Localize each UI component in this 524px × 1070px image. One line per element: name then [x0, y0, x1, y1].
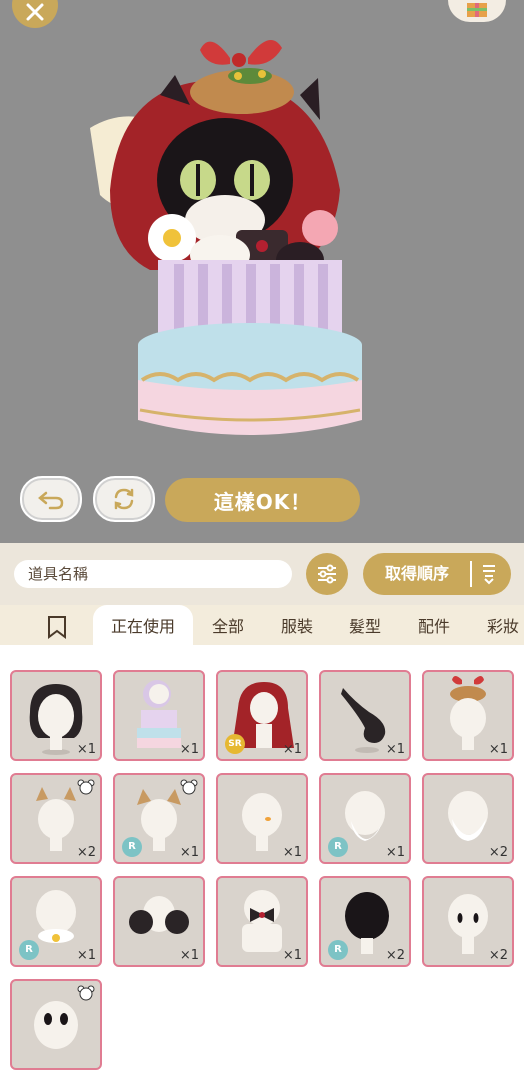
item-quantity: ×1 [282, 948, 302, 963]
undo-icon [38, 491, 64, 510]
item-collar-flower[interactable]: R ×1 [10, 876, 102, 967]
sliders-icon [318, 564, 336, 584]
rarity-badge-r: R [328, 837, 348, 857]
item-black-wavy-hair[interactable]: ×1 [10, 670, 102, 761]
tab-makeup[interactable]: 彩妝 [475, 605, 524, 645]
rarity-badge-r: R [122, 837, 142, 857]
avatar-character [90, 40, 362, 435]
sort-divider [470, 561, 472, 587]
item-quantity: ×2 [488, 845, 508, 860]
gift-button[interactable] [448, 0, 506, 22]
item-quantity: ×1 [76, 948, 96, 963]
item-quantity: ×1 [385, 845, 405, 860]
item-eyes[interactable]: ×2 [422, 876, 514, 967]
item-pinecone-bow-ornament[interactable]: ×1 [422, 670, 514, 761]
item-quantity: ×2 [488, 948, 508, 963]
bookmark-icon[interactable] [46, 615, 68, 639]
item-black-tail[interactable]: ×1 [319, 670, 411, 761]
item-quantity: ×1 [282, 742, 302, 757]
item-quantity: ×1 [385, 742, 405, 757]
item-name-search[interactable]: 道具名稱 [14, 560, 292, 588]
item-quantity: ×1 [179, 948, 199, 963]
item-grid: ×1 ×1 SR ×1 ×1 ×1 ×2 R ×1 ×1 R ×1 ×2 R ×… [0, 645, 524, 1070]
filter-bar: 道具名稱 取得順序 [0, 543, 524, 605]
filter-button[interactable] [306, 553, 348, 595]
sort-button[interactable]: 取得順序 [363, 553, 511, 595]
rarity-badge-r: R [19, 940, 39, 960]
item-quantity: ×2 [76, 845, 96, 860]
item-quantity: ×1 [179, 742, 199, 757]
item-ghost-face[interactable] [10, 979, 102, 1070]
sort-label: 取得順序 [385, 564, 450, 583]
item-red-hood-cape[interactable]: SR ×1 [216, 670, 308, 761]
item-beard-2[interactable]: ×2 [422, 773, 514, 864]
gift-icon [467, 3, 487, 17]
item-beard-1[interactable]: R ×1 [319, 773, 411, 864]
tab-clothing[interactable]: 服裝 [269, 605, 325, 645]
tab-in-use[interactable]: 正在使用 [93, 605, 193, 645]
undo-button[interactable] [20, 476, 82, 522]
rarity-badge-r: R [328, 940, 348, 960]
tab-accessories[interactable]: 配件 [406, 605, 462, 645]
close-button[interactable] [12, 0, 58, 28]
avatar-preview: 這樣OK！ [0, 0, 524, 543]
item-quantity: ×1 [76, 742, 96, 757]
rarity-badge-sr: SR [225, 734, 245, 754]
item-quantity: ×1 [488, 742, 508, 757]
item-horns-2[interactable]: R ×1 [113, 773, 205, 864]
item-black-cat-head[interactable]: R ×2 [319, 876, 411, 967]
item-fur-paws[interactable]: ×1 [113, 876, 205, 967]
item-cake-costume[interactable]: ×1 [113, 670, 205, 761]
item-quantity: ×1 [179, 845, 199, 860]
item-bowtie[interactable]: ×1 [216, 876, 308, 967]
item-quantity: ×1 [282, 845, 302, 860]
ghost-face-icon [34, 1001, 78, 1049]
item-horns-1[interactable]: ×2 [10, 773, 102, 864]
category-tabs: 正在使用 全部 服裝 髮型 配件 彩妝 [0, 605, 524, 645]
tab-all[interactable]: 全部 [200, 605, 256, 645]
tab-hairstyle[interactable]: 髮型 [337, 605, 393, 645]
item-face-mark[interactable]: ×1 [216, 773, 308, 864]
rotate-icon [114, 488, 134, 510]
rotate-button[interactable] [93, 476, 155, 522]
item-quantity: ×2 [385, 948, 405, 963]
confirm-button[interactable]: 這樣OK！ [165, 478, 360, 522]
sort-icon [483, 565, 495, 585]
close-icon [26, 3, 44, 21]
